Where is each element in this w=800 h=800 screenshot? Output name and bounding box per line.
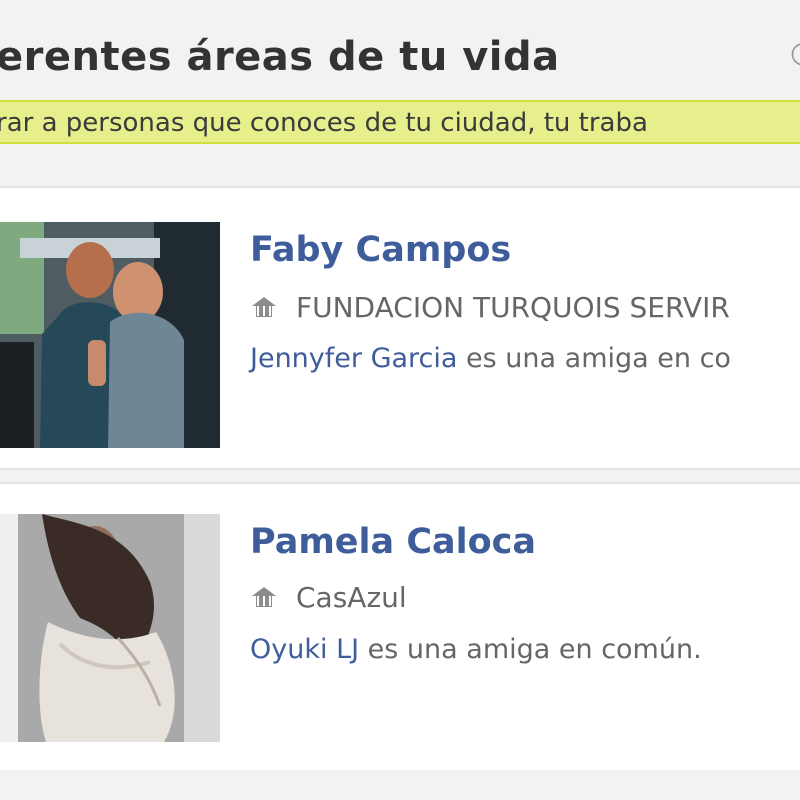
mutual-friend-link[interactable]: Oyuki LJ <box>250 634 359 665</box>
organization-line: FUNDACION TURQUOIS SERVIR <box>250 290 730 324</box>
organization-line: CasAzul <box>250 580 407 614</box>
profile-name[interactable]: Pamela Caloca <box>250 522 536 562</box>
right-edge-icon: ◔ <box>790 38 800 68</box>
mutual-friend-link[interactable]: Jennyfer Garcia <box>250 343 457 374</box>
profile-name[interactable]: Faby Campos <box>250 230 511 270</box>
suggestion-card: Faby Campos FUNDACION TURQUOIS SERVIR Je… <box>0 186 800 470</box>
page-subtitle: rar a personas que conoces de tu ciudad,… <box>0 108 648 138</box>
highlight-bar: rar a personas que conoces de tu ciudad,… <box>0 100 800 144</box>
footer-space <box>0 770 800 800</box>
mutual-friend-text: es una amiga en co <box>457 343 731 374</box>
mutual-friend-text: es una amiga en común. <box>359 634 702 665</box>
suggestions-list: Faby Campos FUNDACION TURQUOIS SERVIR Je… <box>0 186 800 800</box>
organization-name: FUNDACION TURQUOIS SERVIR <box>296 290 730 324</box>
page-title: erentes áreas de tu vida <box>0 34 560 80</box>
organization-name: CasAzul <box>296 580 407 614</box>
mutual-friend-line: Jennyfer Garcia es una amiga en co <box>250 343 731 374</box>
workplace-icon <box>250 585 278 609</box>
profile-photo[interactable] <box>0 222 220 448</box>
workplace-icon <box>250 295 278 319</box>
header: erentes áreas de tu vida rar a personas … <box>0 0 800 188</box>
suggestion-card: Pamela Caloca CasAzul Oyuki LJ es una am… <box>0 482 800 774</box>
mutual-friend-line: Oyuki LJ es una amiga en común. <box>250 634 702 665</box>
profile-photo[interactable] <box>0 514 220 742</box>
